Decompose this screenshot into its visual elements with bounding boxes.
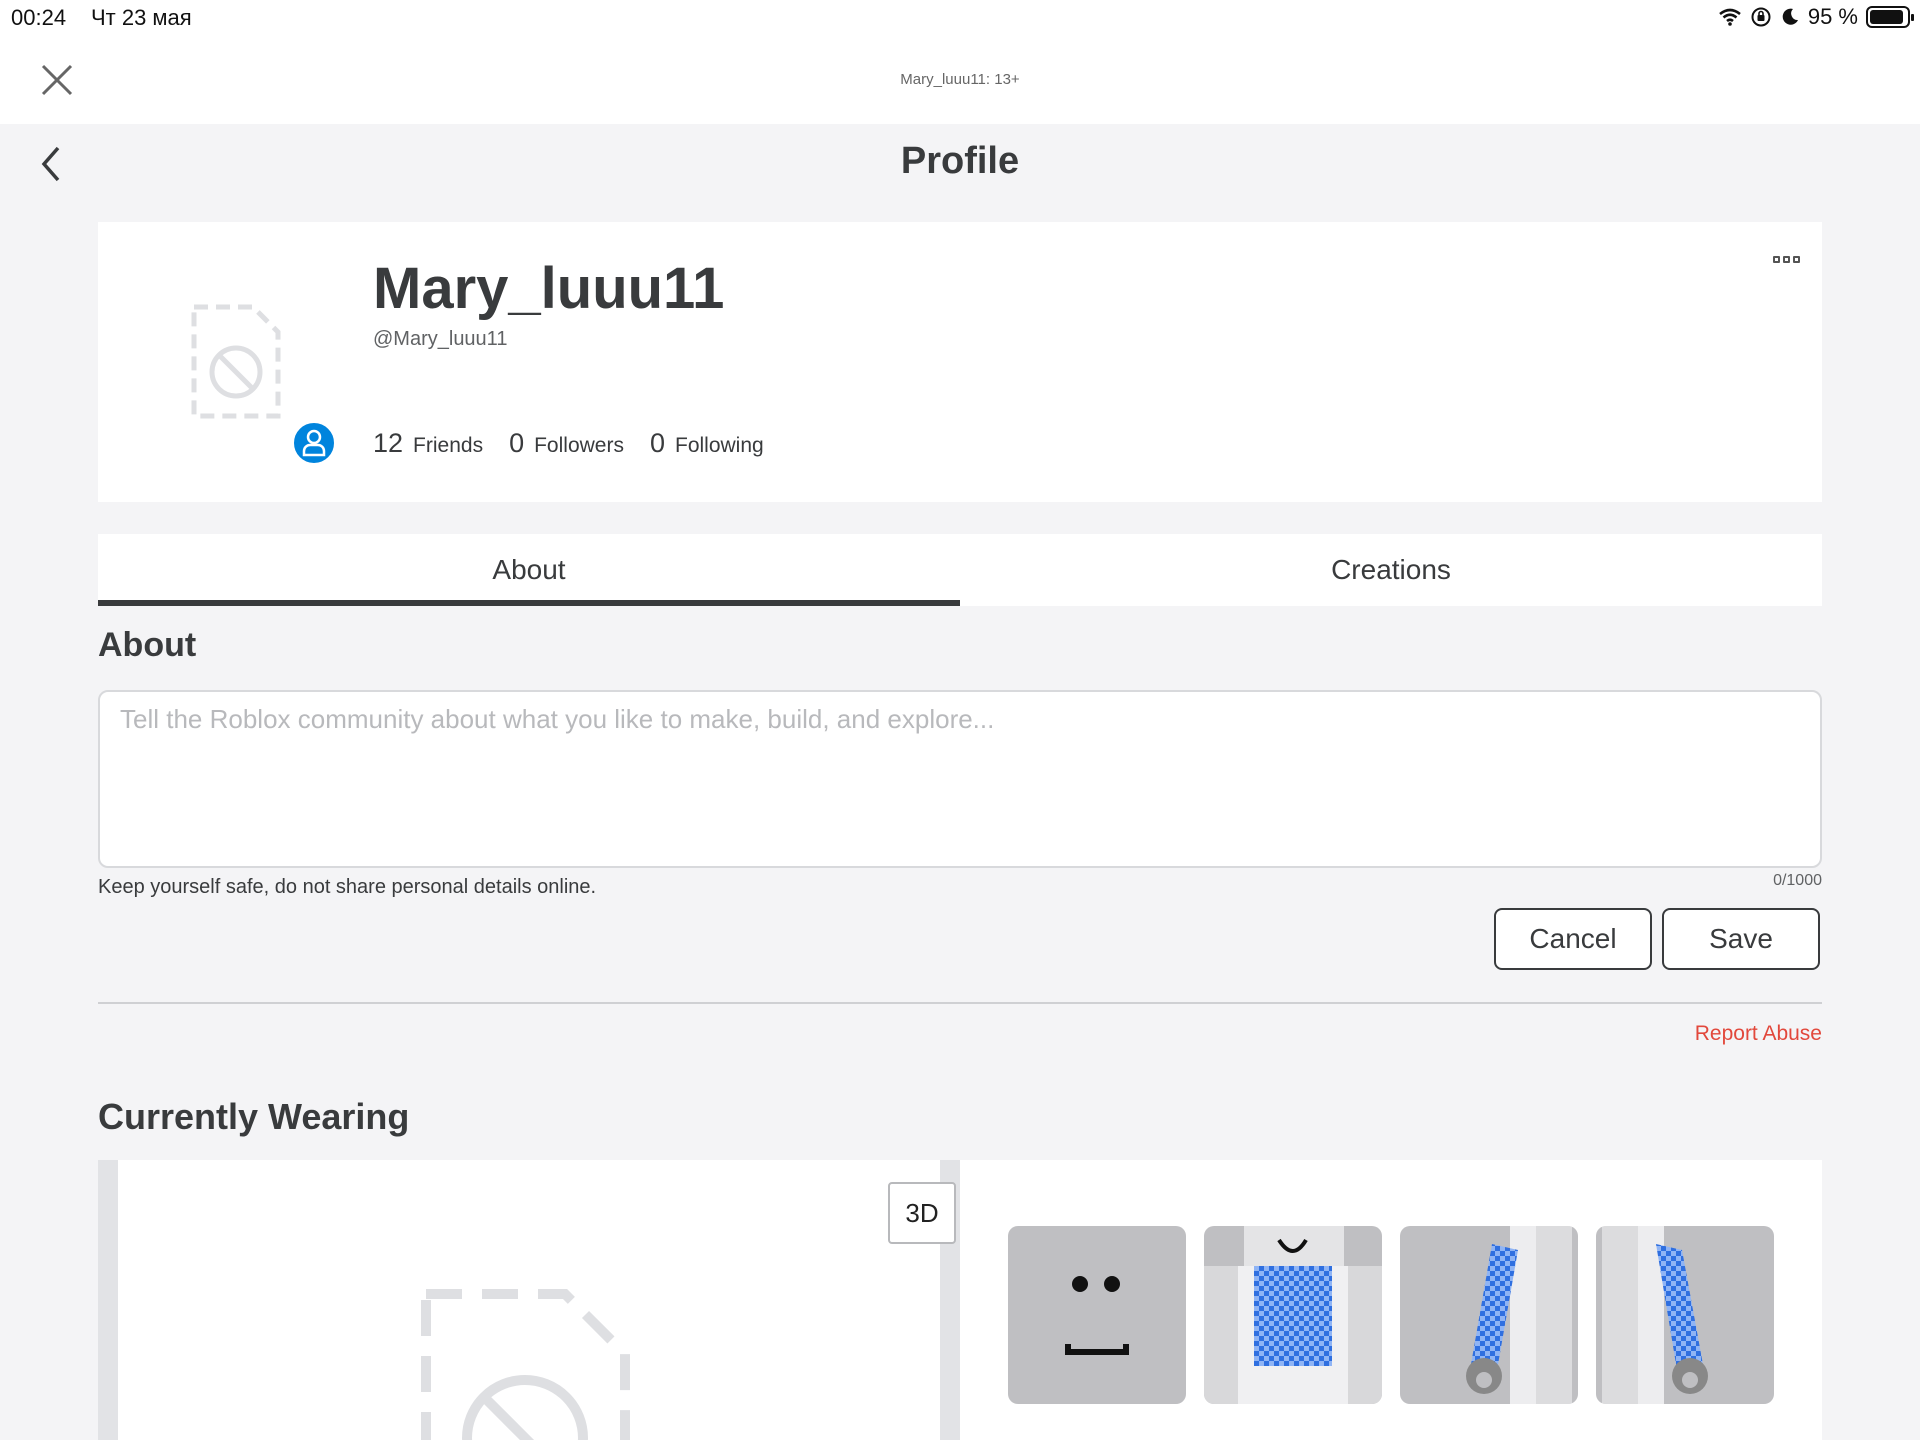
- about-input[interactable]: [98, 690, 1822, 868]
- toggle-3d-button[interactable]: 3D: [888, 1182, 956, 1244]
- safety-note: Keep yourself safe, do not share persona…: [98, 876, 597, 898]
- status-date: Чт 23 мая: [91, 5, 192, 30]
- stat-label: Following: [675, 434, 764, 457]
- tab-about[interactable]: About: [98, 534, 960, 606]
- moon-icon: [1782, 8, 1798, 25]
- shirt-icon: [1204, 1226, 1382, 1404]
- username-handle: @Mary_luuu11: [373, 328, 508, 350]
- report-abuse-link[interactable]: Report Abuse: [1695, 1022, 1822, 1046]
- user-badge-icon: [291, 420, 337, 466]
- wifi-icon: [1719, 8, 1741, 26]
- profile-tabs: About Creations: [98, 534, 1822, 606]
- stat-count: 12: [373, 428, 404, 458]
- stat-label: Followers: [534, 434, 624, 457]
- image-placeholder-icon: [421, 1289, 630, 1440]
- site-title: Mary_luuu11: 13+: [900, 71, 1020, 88]
- save-button[interactable]: Save: [1662, 908, 1820, 970]
- wearing-item-shirt[interactable]: [1204, 1226, 1382, 1404]
- char-count: 0/1000: [1773, 872, 1822, 889]
- display-name: Mary_luuu11: [373, 256, 725, 321]
- stat-followers[interactable]: 0 Followers: [509, 428, 624, 459]
- wearing-item-right-arm[interactable]: [1596, 1226, 1774, 1404]
- page-title: Profile: [900, 140, 1020, 182]
- wearing-items-panel: [960, 1160, 1822, 1440]
- orientation-lock-icon: [1751, 7, 1771, 27]
- status-time: 00:24: [11, 5, 67, 30]
- profile-stats: 12 Friends 0 Followers 0 Following: [373, 428, 764, 459]
- image-placeholder-icon: [191, 304, 281, 419]
- more-options-icon[interactable]: [1769, 252, 1804, 267]
- top-bar: Mary_luuu11: 13+: [0, 36, 1920, 124]
- status-indicators: 95 %: [1718, 4, 1914, 30]
- arm-icon: [1466, 1226, 1572, 1404]
- stat-count: 0: [649, 428, 665, 458]
- status-bar: 00:24 Чт 23 мая 95 %: [0, 0, 1920, 36]
- wearing-item-face[interactable]: [1008, 1226, 1186, 1404]
- currently-wearing-heading: Currently Wearing: [98, 1096, 410, 1137]
- stat-following[interactable]: 0 Following: [650, 428, 764, 459]
- divider: [98, 1002, 1822, 1004]
- stat-count: 0: [509, 428, 525, 458]
- about-heading: About: [98, 626, 197, 664]
- wearing-item-left-arm[interactable]: [1400, 1226, 1578, 1404]
- tab-creations[interactable]: Creations: [960, 534, 1822, 606]
- stat-label: Friends: [413, 434, 484, 457]
- avatar-viewer: 3D: [98, 1160, 960, 1440]
- face-icon: [1065, 1276, 1129, 1355]
- arm-icon: [1602, 1226, 1708, 1404]
- battery-icon: [1866, 6, 1914, 28]
- cancel-button[interactable]: Cancel: [1494, 908, 1652, 970]
- battery-percent: 95 %: [1807, 4, 1858, 29]
- stat-friends[interactable]: 12 Friends: [373, 428, 483, 459]
- profile-card: Mary_luuu11 @Mary_luuu11 12 Friends 0 Fo…: [98, 222, 1822, 502]
